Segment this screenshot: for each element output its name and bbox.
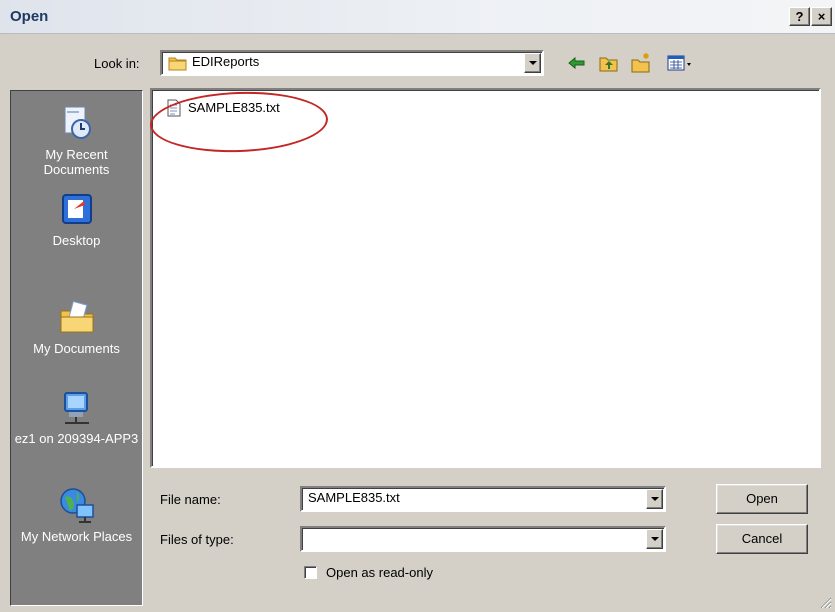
recent-documents-icon [64, 106, 91, 139]
place-label: My Recent Documents [43, 147, 110, 177]
files-of-type-dropdown-button[interactable] [646, 529, 663, 549]
place-my-documents[interactable]: My Documents [11, 297, 142, 356]
read-only-label: Open as read-only [326, 565, 433, 580]
close-button[interactable]: × [811, 7, 832, 26]
new-folder-icon[interactable] [630, 52, 652, 74]
file-name-input[interactable]: SAMPLE835.txt [300, 486, 666, 512]
resize-grip-icon[interactable] [818, 595, 832, 609]
place-recent-documents[interactable]: My Recent Documents [11, 103, 142, 177]
place-desktop[interactable]: Desktop [11, 189, 142, 248]
cancel-button[interactable]: Cancel [716, 524, 808, 554]
place-label: My Network Places [20, 529, 133, 544]
read-only-checkbox[interactable] [304, 566, 317, 579]
view-menu-icon[interactable] [666, 52, 696, 74]
network-drive-icon [63, 392, 89, 424]
my-documents-icon [60, 300, 93, 333]
files-of-type-select[interactable] [300, 526, 666, 552]
file-name-value: SAMPLE835.txt [308, 490, 400, 505]
file-name-dropdown-button[interactable] [646, 489, 663, 509]
look-in-dropdown-button[interactable] [524, 53, 541, 73]
window-title: Open [10, 8, 49, 25]
place-network-drive[interactable]: ez1 on 209394-APP3 [11, 387, 142, 446]
place-label: My Documents [33, 341, 120, 356]
place-network-places[interactable]: My Network Places [11, 485, 142, 544]
file-name-label: File name: [160, 492, 221, 507]
open-button[interactable]: Open [716, 484, 808, 514]
folder-icon [168, 57, 187, 71]
help-button[interactable]: ? [789, 7, 810, 26]
place-label: Desktop [52, 233, 101, 248]
files-of-type-label: Files of type: [160, 532, 234, 547]
desktop-icon [61, 194, 92, 224]
places-bar: My Recent Documents Desktop My Documents… [10, 90, 143, 606]
title-bar: Open ? × [0, 0, 835, 34]
look-in-label: Look in: [94, 56, 140, 71]
look-in-value: EDIReports [192, 54, 260, 69]
back-icon[interactable] [566, 52, 588, 74]
network-places-icon [59, 488, 94, 523]
up-folder-icon[interactable] [598, 52, 620, 74]
look-in-combobox[interactable]: EDIReports [160, 50, 544, 76]
place-label: ez1 on 209394-APP3 [14, 431, 139, 446]
